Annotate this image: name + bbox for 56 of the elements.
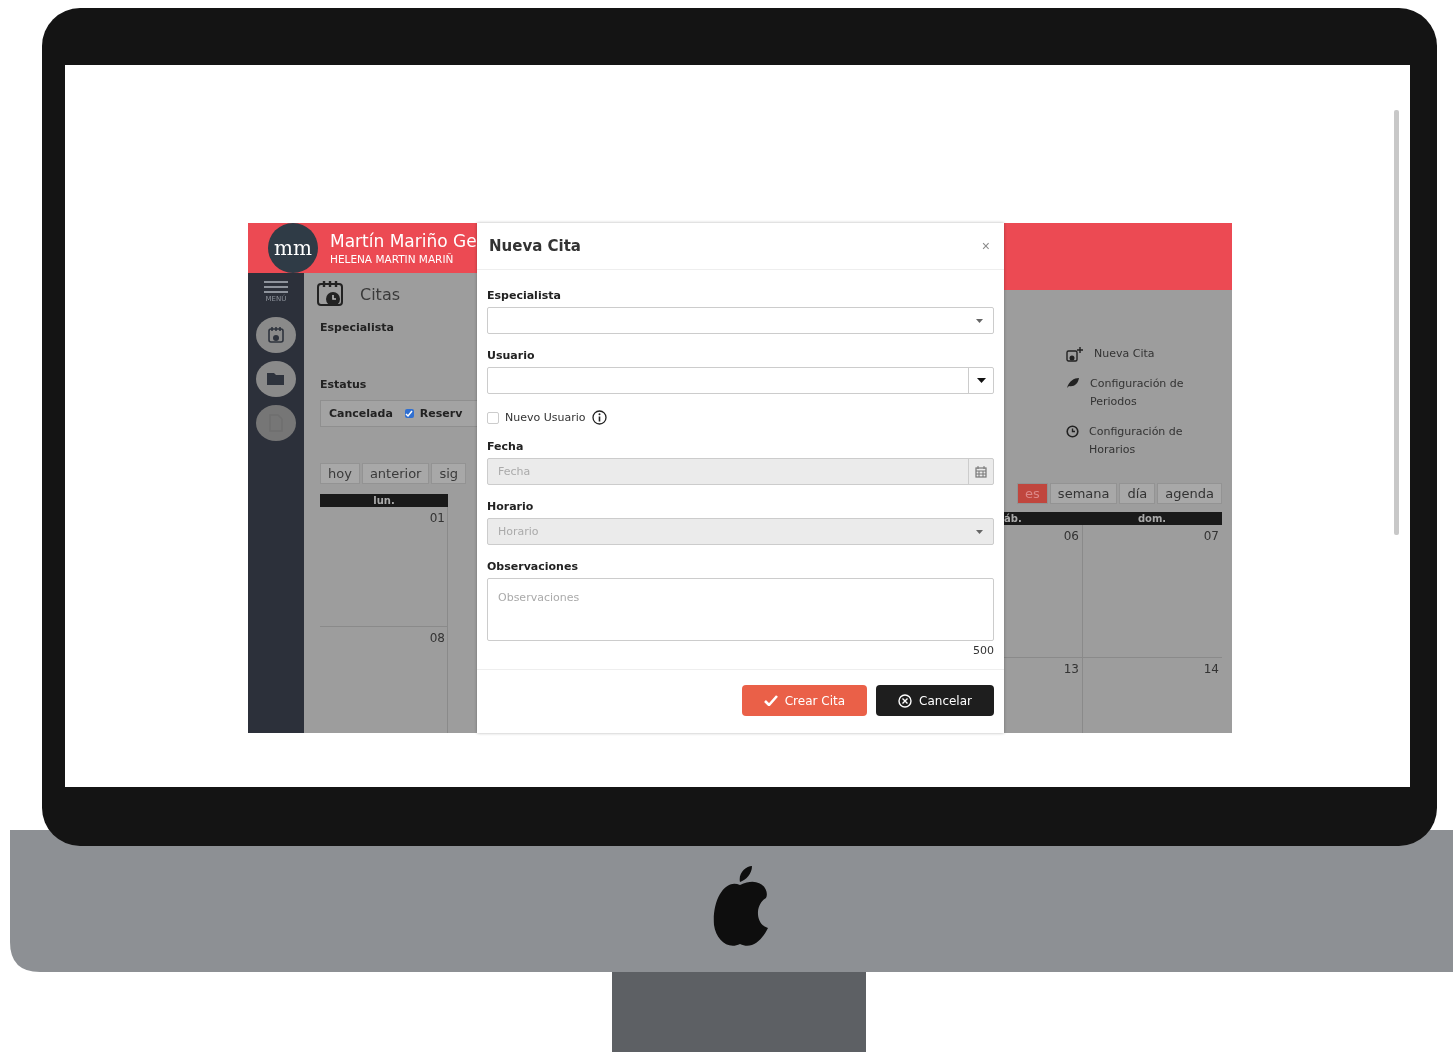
user-name: HELENA MARTIN MARIÑ bbox=[330, 253, 455, 265]
folder-nav-icon[interactable] bbox=[256, 361, 296, 397]
caret-icon bbox=[976, 529, 983, 534]
leaf-icon bbox=[1066, 377, 1080, 389]
modal-title: Nueva Cita bbox=[489, 237, 581, 255]
view-tab[interactable]: semana bbox=[1049, 483, 1118, 504]
field-label: Observaciones bbox=[487, 560, 579, 573]
day-header: áb. bbox=[1004, 512, 1023, 525]
field-label: Especialista bbox=[487, 289, 562, 302]
view-tab[interactable]: día bbox=[1119, 483, 1156, 504]
select-field[interactable] bbox=[487, 307, 994, 334]
calendar-clock-icon bbox=[316, 279, 346, 309]
filter-label: Especialista bbox=[320, 321, 395, 334]
day-header: lun. bbox=[320, 494, 448, 507]
calendar-nav-button[interactable]: anterior bbox=[361, 463, 430, 484]
brand-logo: mm bbox=[268, 223, 318, 273]
action-link[interactable]: Nueva Cita bbox=[1094, 345, 1204, 363]
close-button[interactable]: × bbox=[981, 238, 990, 254]
calendar-nav-button[interactable]: hoy bbox=[320, 463, 360, 484]
field-label: Horario bbox=[487, 500, 535, 513]
logo-icon bbox=[713, 866, 768, 946]
view-tab[interactable]: agenda bbox=[1157, 483, 1222, 504]
close-circle-icon bbox=[898, 693, 913, 708]
calendar-date: 14 bbox=[1203, 662, 1219, 676]
cancel-button[interactable]: Cancelar bbox=[876, 685, 994, 716]
action-link[interactable]: Configuración de Periodos bbox=[1090, 375, 1200, 411]
status-checkbox[interactable] bbox=[404, 409, 414, 418]
day-header: dom. bbox=[1136, 512, 1168, 525]
filter-label: Estatus bbox=[320, 378, 368, 391]
page-title: Citas bbox=[360, 284, 401, 304]
action-link[interactable]: Configuración de Horarios bbox=[1089, 423, 1199, 459]
calendar-icon bbox=[975, 465, 987, 478]
calendar-nav-button[interactable]: sig bbox=[431, 463, 467, 484]
create-button[interactable]: Crear Cita bbox=[741, 685, 868, 716]
calendar-date: 07 bbox=[1203, 529, 1219, 543]
calendar-date: 01 bbox=[429, 511, 445, 525]
field-label: Usuario bbox=[487, 349, 536, 362]
checkbox[interactable] bbox=[487, 411, 499, 424]
caret-icon bbox=[976, 318, 983, 323]
document-nav-icon[interactable] bbox=[256, 405, 296, 441]
select-field[interactable] bbox=[487, 367, 994, 394]
app-title: Martín Mariño Ge bbox=[330, 231, 477, 251]
field-label: Fecha bbox=[487, 440, 525, 453]
check-icon bbox=[763, 695, 778, 706]
checkbox-label: Nuevo Usuario bbox=[505, 411, 586, 424]
calendar-nav-icon[interactable] bbox=[256, 317, 296, 353]
calendar-date: 13 bbox=[1063, 662, 1079, 676]
status-label: Reserv bbox=[419, 407, 463, 420]
status-label: Cancelada bbox=[329, 407, 393, 420]
calendar-plus-icon bbox=[1066, 347, 1084, 363]
caret-icon bbox=[976, 378, 986, 383]
calendar-date: 06 bbox=[1063, 529, 1079, 543]
calendar-date: 08 bbox=[429, 631, 445, 645]
clock-icon bbox=[1066, 425, 1079, 438]
info-icon[interactable] bbox=[591, 410, 607, 425]
character-counter: 500 bbox=[972, 644, 994, 657]
